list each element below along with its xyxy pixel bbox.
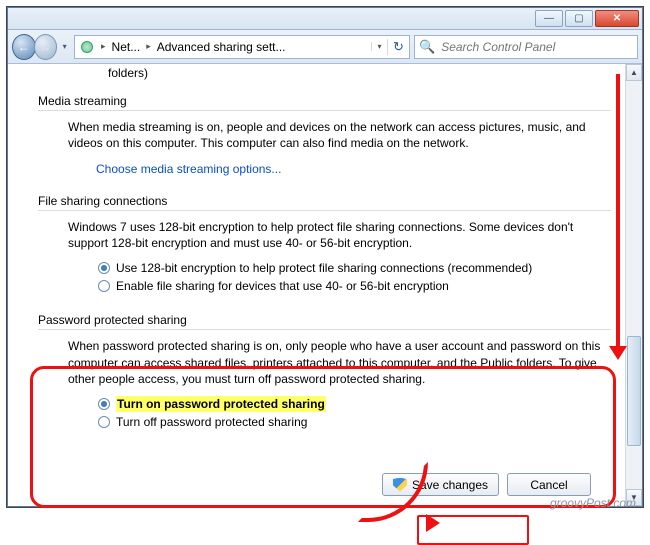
radio-row-4056bit[interactable]: Enable file sharing for devices that use…	[98, 277, 605, 295]
section-title-password: Password protected sharing	[38, 313, 611, 327]
search-box[interactable]: 🔍	[414, 35, 638, 59]
close-button[interactable]: ✕	[595, 10, 639, 27]
search-icon: 🔍	[419, 39, 435, 55]
breadcrumb-current[interactable]: Advanced sharing sett...	[153, 36, 371, 58]
watermark: groovyPost.com	[550, 496, 636, 510]
nav-history-dropdown[interactable]: ▾	[59, 37, 70, 57]
password-description: When password protected sharing is on, o…	[68, 338, 605, 387]
button-bar: Save changes Cancel	[382, 473, 591, 496]
back-button[interactable]: ←	[12, 34, 36, 60]
section-title-media: Media streaming	[38, 94, 611, 108]
content-pane: folders) Media streaming When media stre…	[8, 64, 625, 506]
radio-label-password-on: Turn on password protected sharing	[116, 396, 326, 412]
scroll-up-button[interactable]: ▲	[626, 64, 642, 81]
window-frame: — ▢ ✕ ← → ▾ ▸ Net... ▸ Advanced sharing …	[7, 7, 643, 507]
address-bar[interactable]: ▸ Net... ▸ Advanced sharing sett... ▾ ↻	[74, 35, 410, 59]
section-body-password: When password protected sharing is on, o…	[38, 338, 611, 435]
vertical-scrollbar[interactable]: ▲ ▼	[625, 64, 642, 506]
nav-bar: ← → ▾ ▸ Net... ▸ Advanced sharing sett..…	[8, 30, 642, 64]
chevron-right-icon[interactable]: ▸	[144, 41, 153, 52]
address-dropdown[interactable]: ▾	[371, 42, 387, 51]
section-body-media: When media streaming is on, people and d…	[38, 119, 611, 180]
divider	[38, 329, 611, 330]
filesharing-description: Windows 7 uses 128-bit encryption to hel…	[68, 219, 605, 251]
divider	[38, 210, 611, 211]
save-changes-button[interactable]: Save changes	[382, 473, 499, 496]
radio-row-password-off[interactable]: Turn off password protected sharing	[98, 413, 605, 431]
media-streaming-link[interactable]: Choose media streaming options...	[96, 162, 281, 176]
save-label: Save changes	[412, 478, 488, 492]
radio-row-128bit[interactable]: Use 128-bit encryption to help protect f…	[98, 259, 605, 277]
maximize-button[interactable]: ▢	[565, 10, 593, 27]
refresh-button[interactable]: ↻	[387, 39, 409, 55]
chevron-right-icon[interactable]: ▸	[99, 41, 108, 52]
annotation-arrow-head-right	[426, 514, 440, 532]
radio-label-password-off: Turn off password protected sharing	[116, 414, 307, 430]
scroll-thumb[interactable]	[627, 336, 641, 446]
search-input[interactable]	[439, 39, 633, 55]
media-description: When media streaming is on, people and d…	[68, 119, 605, 151]
cancel-button[interactable]: Cancel	[507, 473, 591, 496]
radio-row-password-on[interactable]: Turn on password protected sharing	[98, 395, 605, 413]
nav-arrows: ← → ▾	[12, 33, 70, 61]
scroll-track[interactable]	[626, 81, 642, 489]
breadcrumb-root[interactable]: Net...	[108, 36, 145, 58]
radio-label-4056bit: Enable file sharing for devices that use…	[116, 278, 449, 294]
minimize-button[interactable]: —	[535, 10, 563, 27]
radio-label-128bit: Use 128-bit encryption to help protect f…	[116, 260, 532, 276]
title-bar: — ▢ ✕	[8, 8, 642, 30]
radio-icon	[98, 398, 110, 410]
divider	[38, 110, 611, 111]
section-body-filesharing: Windows 7 uses 128-bit encryption to hel…	[38, 219, 611, 300]
radio-icon	[98, 280, 110, 292]
section-title-filesharing: File sharing connections	[38, 194, 611, 208]
annotation-save-ring	[417, 515, 529, 545]
radio-icon	[98, 416, 110, 428]
network-icon	[75, 36, 99, 58]
shield-icon	[393, 478, 407, 492]
forward-button[interactable]: →	[34, 34, 58, 60]
radio-icon	[98, 262, 110, 274]
prev-section-trailing-text: folders)	[38, 64, 611, 80]
